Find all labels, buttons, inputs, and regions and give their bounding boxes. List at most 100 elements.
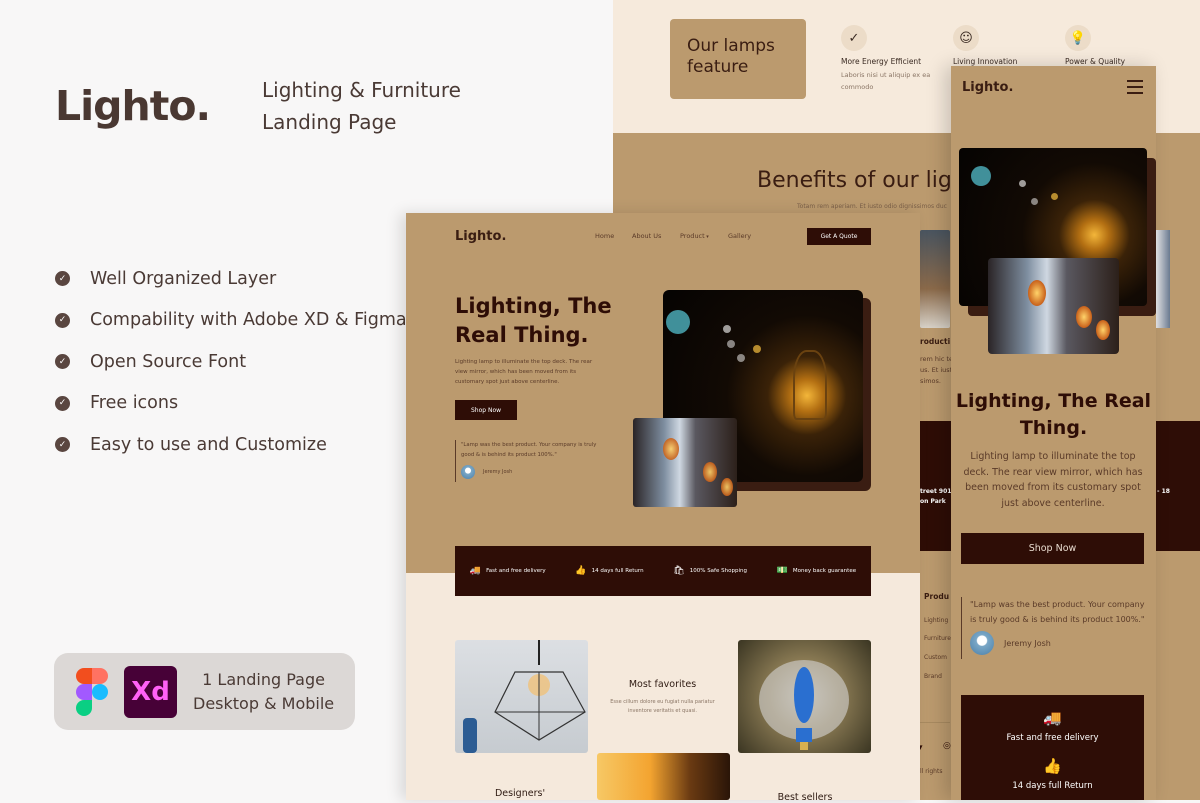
thumbs-up-icon: 👍 [1043,757,1062,775]
mobile-testimonial: "Lamp was the best product. Your company… [961,597,1151,659]
badge-text: 1 Landing Page Desktop & Mobile [193,668,334,716]
benefit-item: 💵 Money back guarantee [777,566,856,576]
desktop-benefits-bar: 🚚 Fast and free delivery 👍 14 days full Re… [455,546,871,596]
chandelier-image [738,640,871,753]
benefit-label: Money back guarantee [792,568,857,574]
benefit-item: 🛍 100% Safe Shopping [673,566,747,576]
feature-title: Living Innovation [953,57,1018,66]
benefit-label: 100% Safe Shopping [689,568,747,574]
address-line2-partial: on Park [920,498,946,505]
chandelier-icon [759,660,849,750]
benefit-label: Fast and free delivery [486,568,546,574]
benefit-label: 14 days full Return [591,568,644,574]
promo-feature-item: ✓ Free icons [55,383,407,425]
testimonial-quote: "Lamp was the best product. Your company… [461,442,597,458]
shop-now-button[interactable]: Shop Now [455,400,517,420]
benefits-title: Benefits of our ligh [757,168,966,193]
check-circle-icon: ✓ [841,25,867,51]
feature-quality: 💡 Power & Quality [1065,25,1165,66]
hero-title-line1: Lighting, The [455,294,612,318]
promo-feature-label: Easy to use and Customize [90,434,327,455]
check-circle-icon: ✓ [55,437,70,453]
money-icon: 💵 [776,566,788,576]
promo-feature-label: Free icons [90,393,179,414]
check-circle-icon: ✓ [55,312,70,328]
feature-desc: Laboris nisi ut aliquip ex ea commodo [841,71,931,91]
shopping-bag-icon: 🛍 [673,566,685,576]
check-circle-icon: ✓ [55,271,70,287]
nav-home[interactable]: Home [595,232,614,240]
hamburger-menu-icon[interactable] [1127,80,1143,94]
desktop-hero-desc: Lighting lamp to illuminate the top deck… [455,359,593,385]
promo-subtitle: Lighting & Furniture Landing Page [262,74,461,138]
promo-subtitle-line1: Lighting & Furniture [262,78,461,102]
promo-feature-label: Compability with Adobe XD & Figma [90,310,407,331]
chevron-down-icon: ▾ [704,234,709,240]
product-image [920,230,950,328]
footer-link[interactable]: Lighting [924,617,948,624]
product-heading-partial: roducti [920,337,951,346]
product-text-partial: simos. [920,377,941,385]
feature-title: More Energy Efficient [841,57,922,66]
phone-partial: - 18 [1157,488,1170,495]
hero-title-line2: Real Thing. [455,323,589,347]
desktop-hero-title: Lighting, The Real Thing. [455,292,612,350]
footer-divider [920,722,950,723]
footer-heading-partial: Produ [924,592,950,601]
copyright-partial: ll rights [920,768,943,775]
mobile-services-panel: 🚚 Fast and free delivery 👍 14 days full … [961,695,1144,800]
desktop-testimonial: "Lamp was the best product. Your company… [455,440,605,482]
promo-feature-item: ✓ Compability with Adobe XD & Figma [55,300,407,342]
promo-feature-label: Well Organized Layer [90,268,277,289]
truck-icon: 🚚 [469,566,482,576]
nav-product-label: Product [680,232,705,240]
testimonial-quote: "Lamp was the best product. Your company… [970,600,1145,624]
contact-panel [920,421,952,551]
contact-panel [1156,421,1200,551]
desktop-logo[interactable]: Lighto. [455,229,506,244]
promo-feature-label: Open Source Font [90,351,247,372]
product-image [1156,230,1170,328]
table-lamp-image [597,753,730,800]
badge-line1: 1 Landing Page [202,669,325,689]
service-label: 14 days full Return [1012,781,1093,791]
most-favorites-title: Most favorites [628,679,697,690]
nav-product[interactable]: Product ▾ [680,232,709,240]
promo-feature-item: ✓ Open Source Font [55,341,407,383]
most-favorites-desc: Esse cillum dolore eu fugiat nulla paria… [610,699,715,714]
instagram-icon[interactable]: ◎ [943,741,951,751]
benefits-subtitle: Totam rem aperiam. Et iusto odio digniss… [797,203,947,210]
promo-brand-logo: Lighto. [55,82,211,130]
get-a-quote-button[interactable]: Get A Quote [807,228,871,245]
promo-subtitle-line2: Landing Page [262,110,397,134]
mobile-shop-now-button[interactable]: Shop Now [961,533,1144,564]
benefit-item: 🚚 Fast and free delivery [470,566,546,576]
footer-link[interactable]: Brand [924,673,942,680]
pendant-lamp-image [455,640,588,753]
product-text-partial: rem hic te [920,355,954,363]
product-text-partial: us. Et iust [920,366,953,374]
nav-about-us[interactable]: About Us [632,232,661,240]
truck-icon: 🚚 [1043,709,1062,727]
feature-title: Power & Quality [1065,57,1126,66]
lightbulb-icon: 💡 [1065,25,1091,51]
wire-pendant-lamp-icon [463,640,586,753]
thumbs-up-icon: 👍 [575,566,587,576]
address-line1-partial: treet 901 [920,488,952,495]
footer-link[interactable]: Furniture [924,635,951,642]
tools-badge: Xd 1 Landing Page Desktop & Mobile [54,653,355,730]
smile-icon: ☺ [953,25,979,51]
check-circle-icon: ✓ [55,395,70,411]
nav-gallery[interactable]: Gallery [728,232,751,240]
mobile-logo[interactable]: Lighto. [962,80,1013,95]
feature-innovation: ☺ Living Innovation [953,25,1053,66]
footer-link[interactable]: Custom [924,654,947,661]
best-sellers-title: Best sellers [777,792,833,803]
benefit-item: 👍 14 days full Return [575,566,643,576]
avatar [461,465,475,479]
promo-feature-item: ✓ Well Organized Layer [55,258,407,300]
service-label: Fast and free delivery [1006,733,1099,743]
avatar [970,631,994,655]
designers-title: Designers' [494,788,546,799]
mobile-hero-desc: Lighting lamp to illuminate the top deck… [963,451,1143,509]
